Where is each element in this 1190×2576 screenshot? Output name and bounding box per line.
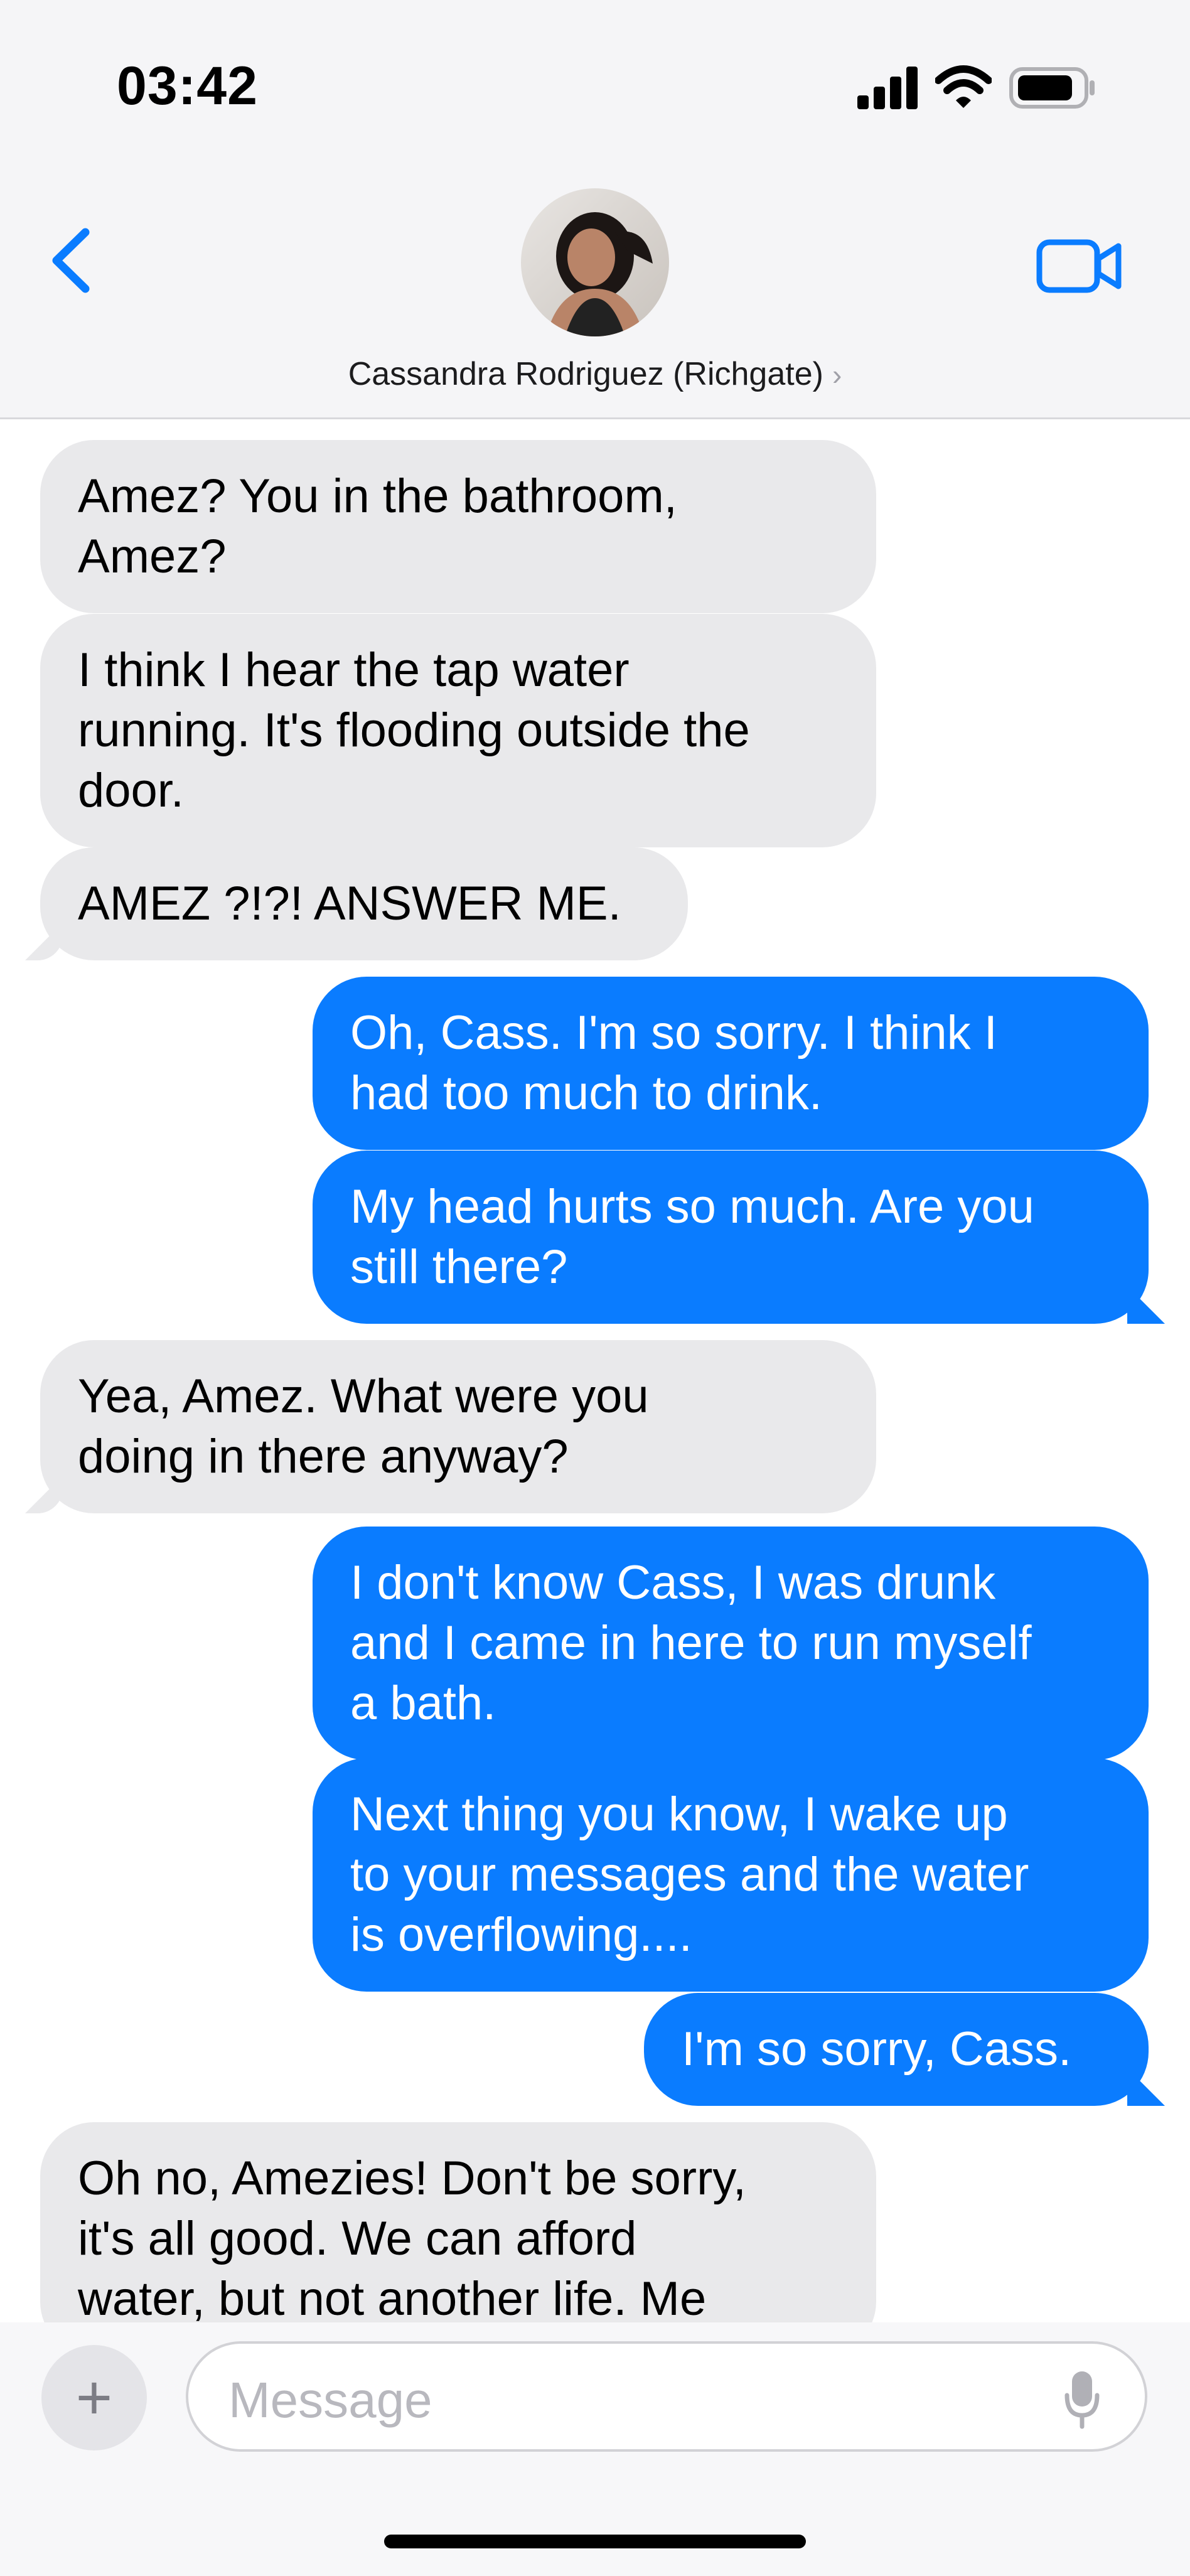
chevron-right-icon: › [832,358,842,391]
contact-name[interactable]: Cassandra Rodriguez (Richgate) › [0,355,1190,393]
message-incoming[interactable]: Amez? You in the bathroom, Amez? [40,440,876,613]
home-indicator[interactable] [384,2535,806,2548]
message-outgoing[interactable]: I'm so sorry, Cass. [644,1993,1149,2106]
message-outgoing[interactable]: Next thing you know, I wake up to your m… [313,1758,1149,1992]
message-outgoing[interactable]: My head hurts so much. Are you still the… [313,1151,1149,1324]
message-thread[interactable]: Amez? You in the bathroom, Amez? I think… [0,421,1190,2322]
message-placeholder: Message [228,2372,432,2428]
contact-avatar[interactable] [521,188,669,336]
message-outgoing[interactable]: Oh, Cass. I'm so sorry. I think I had to… [313,977,1149,1150]
message-outgoing[interactable]: I don't know Cass, I was drunk and I cam… [313,1527,1149,1760]
video-camera-icon[interactable] [1036,235,1123,298]
message-incoming[interactable]: I think I hear the tap water running. It… [40,614,876,847]
message-input[interactable]: Message [186,2341,1147,2452]
signal-icon [857,67,918,109]
status-time: 03:42 [117,56,258,116]
plus-icon[interactable]: + [41,2345,147,2450]
battery-icon [1009,67,1095,109]
message-incoming[interactable]: AMEZ ?!?! ANSWER ME. [40,847,688,960]
status-icons [857,63,1096,113]
message-incoming[interactable]: Yea, Amez. What were you doing in there … [40,1340,876,1513]
contact-name-text: Cassandra Rodriguez (Richgate) [348,356,823,392]
header: 03:42 Cassandra Rodriguez (Richgate) › [0,0,1190,419]
wifi-icon [935,65,992,108]
back-chevron-icon[interactable] [44,226,100,295]
microphone-icon[interactable] [1063,2369,1101,2429]
message-incoming[interactable]: Oh no, Amezies! Don't be sorry, it's all… [40,2122,876,2322]
